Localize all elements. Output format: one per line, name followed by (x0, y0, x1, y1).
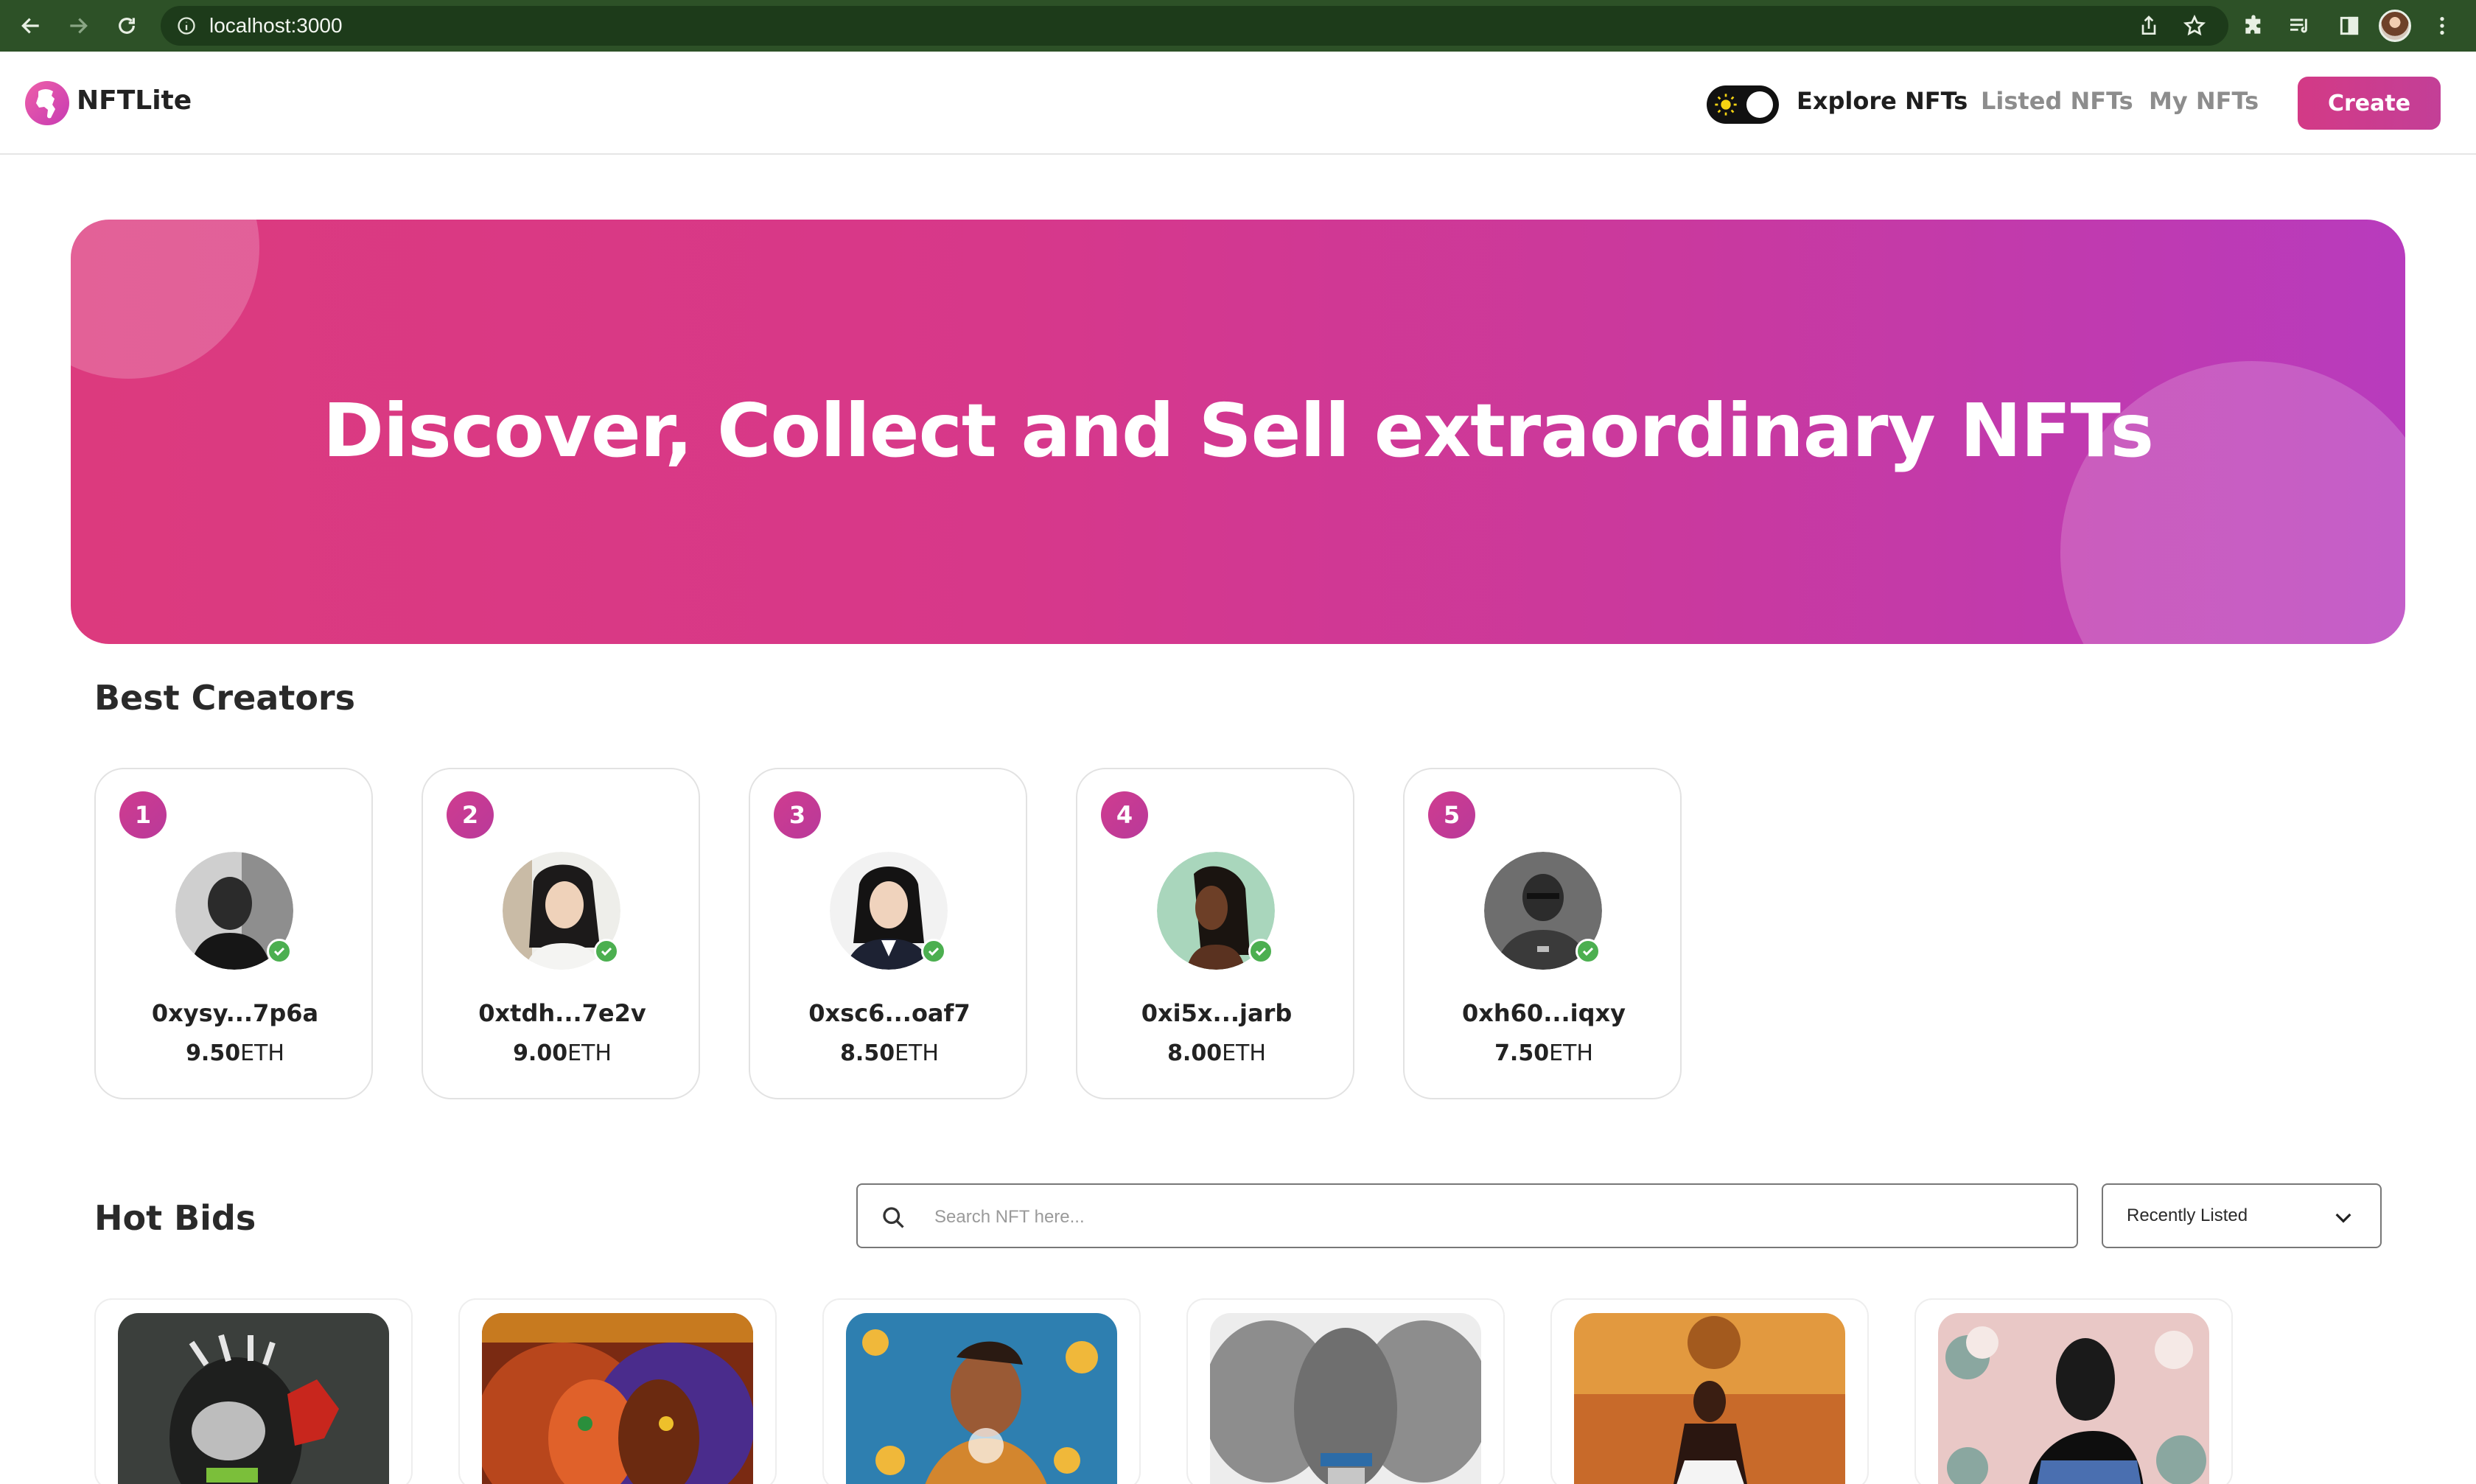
hot-bids-heading: Hot Bids (94, 1198, 256, 1238)
nft-image (482, 1313, 753, 1484)
avatar (1484, 852, 1602, 970)
creator-address: 0xysy...7p6a (151, 999, 319, 1027)
creator-amount: 9.00ETH (423, 1040, 702, 1066)
avatar (1157, 852, 1275, 970)
amount-value: 8.00 (1167, 1040, 1223, 1066)
amount-value: 9.00 (513, 1040, 568, 1066)
creator-address: 0xh60...iqxy (1461, 999, 1626, 1027)
nft-card[interactable] (1550, 1298, 1869, 1484)
creator-amount: 9.50ETH (96, 1040, 374, 1066)
kebab-menu-icon[interactable] (2420, 0, 2464, 52)
verified-check-icon (1248, 939, 1273, 964)
creator-address: 0xtdh...7e2v (478, 999, 646, 1027)
creator-address: 0xsc6...oaf7 (808, 999, 971, 1027)
amount-value: 9.50 (186, 1040, 241, 1066)
reading-list-icon[interactable] (2277, 0, 2321, 52)
verified-check-icon (921, 939, 946, 964)
amount-unit: ETH (1549, 1040, 1593, 1066)
creator-amount: 8.00ETH (1077, 1040, 1356, 1066)
verified-check-icon (1576, 939, 1601, 964)
creator-card[interactable]: 4 0xi5x...jarb 8.00ETH (1076, 768, 1354, 1099)
rank-badge: 1 (119, 791, 167, 839)
verified-check-icon (267, 939, 292, 964)
amount-unit: ETH (1222, 1040, 1266, 1066)
nav-my-nfts[interactable]: My NFTs (2149, 87, 2259, 115)
avatar (503, 852, 620, 970)
nft-card[interactable] (1914, 1298, 2233, 1484)
amount-unit: ETH (240, 1040, 284, 1066)
search-input[interactable] (934, 1200, 2040, 1235)
forward-arrow-icon[interactable] (56, 0, 100, 52)
search-box[interactable] (856, 1183, 2078, 1248)
nft-card[interactable] (458, 1298, 777, 1484)
sort-select[interactable]: Recently Listed (2102, 1183, 2382, 1248)
rank-badge: 3 (774, 791, 821, 839)
creator-address: 0xi5x...jarb (1141, 999, 1293, 1027)
sort-selected-value: Recently Listed (2127, 1205, 2248, 1225)
side-panel-icon[interactable] (2327, 0, 2371, 52)
star-icon[interactable] (2172, 0, 2217, 52)
address-url[interactable]: localhost:3000 (209, 14, 343, 38)
creator-card[interactable]: 3 0xsc6...oaf7 8.50ETH (749, 768, 1027, 1099)
profile-avatar[interactable] (2379, 10, 2411, 42)
back-arrow-icon[interactable] (9, 0, 53, 52)
creator-card[interactable]: 5 0xh60...iqxy 7.50ETH (1403, 768, 1682, 1099)
nft-image (1938, 1313, 2209, 1484)
avatar (830, 852, 948, 970)
creator-amount: 8.50ETH (750, 1040, 1029, 1066)
rank-badge: 4 (1101, 791, 1148, 839)
app-navbar: NFTLite Explore NFTs Listed NFTs My NFTs… (0, 52, 2476, 155)
creator-amount: 7.50ETH (1405, 1040, 1683, 1066)
nav-explore-nfts[interactable]: Explore NFTs (1797, 87, 1968, 115)
share-icon[interactable] (2127, 0, 2171, 52)
hero-title: Discover, Collect and Sell extraordinary… (322, 388, 2154, 474)
toggle-knob (1746, 91, 1773, 118)
nft-card[interactable] (94, 1298, 413, 1484)
hero-banner: Discover, Collect and Sell extraordinary… (71, 220, 2405, 644)
amount-value: 8.50 (840, 1040, 895, 1066)
search-icon (883, 1207, 904, 1228)
amount-unit: ETH (567, 1040, 612, 1066)
create-button[interactable]: Create (2298, 77, 2441, 130)
puzzle-icon[interactable] (2231, 0, 2276, 52)
nft-image (118, 1313, 389, 1484)
brand-name[interactable]: NFTLite (77, 85, 192, 116)
amount-value: 7.50 (1494, 1040, 1550, 1066)
chevron-down-icon (2335, 1213, 2351, 1223)
sun-icon (1715, 94, 1737, 116)
browser-toolbar: localhost:3000 (0, 0, 2476, 52)
reload-icon[interactable] (105, 0, 149, 52)
best-creators-heading: Best Creators (94, 678, 355, 718)
rank-badge: 2 (447, 791, 494, 839)
nft-card[interactable] (1186, 1298, 1505, 1484)
avatar (175, 852, 293, 970)
nft-image (1210, 1313, 1481, 1484)
creator-card[interactable]: 2 0xtdh...7e2v 9.00ETH (422, 768, 700, 1099)
amount-unit: ETH (895, 1040, 939, 1066)
info-icon[interactable] (175, 15, 197, 37)
nft-image (846, 1313, 1117, 1484)
decorative-circle (71, 220, 259, 379)
rank-badge: 5 (1428, 791, 1475, 839)
nft-image (1574, 1313, 1845, 1484)
creator-card[interactable]: 1 0xysy...7p6a 9.50ETH (94, 768, 373, 1099)
theme-toggle[interactable] (1707, 85, 1779, 124)
address-bar[interactable]: localhost:3000 (161, 6, 2228, 46)
globe-logo-icon[interactable] (25, 81, 69, 125)
nav-listed-nfts[interactable]: Listed NFTs (1981, 87, 2133, 115)
nft-card[interactable] (822, 1298, 1141, 1484)
verified-check-icon (594, 939, 619, 964)
